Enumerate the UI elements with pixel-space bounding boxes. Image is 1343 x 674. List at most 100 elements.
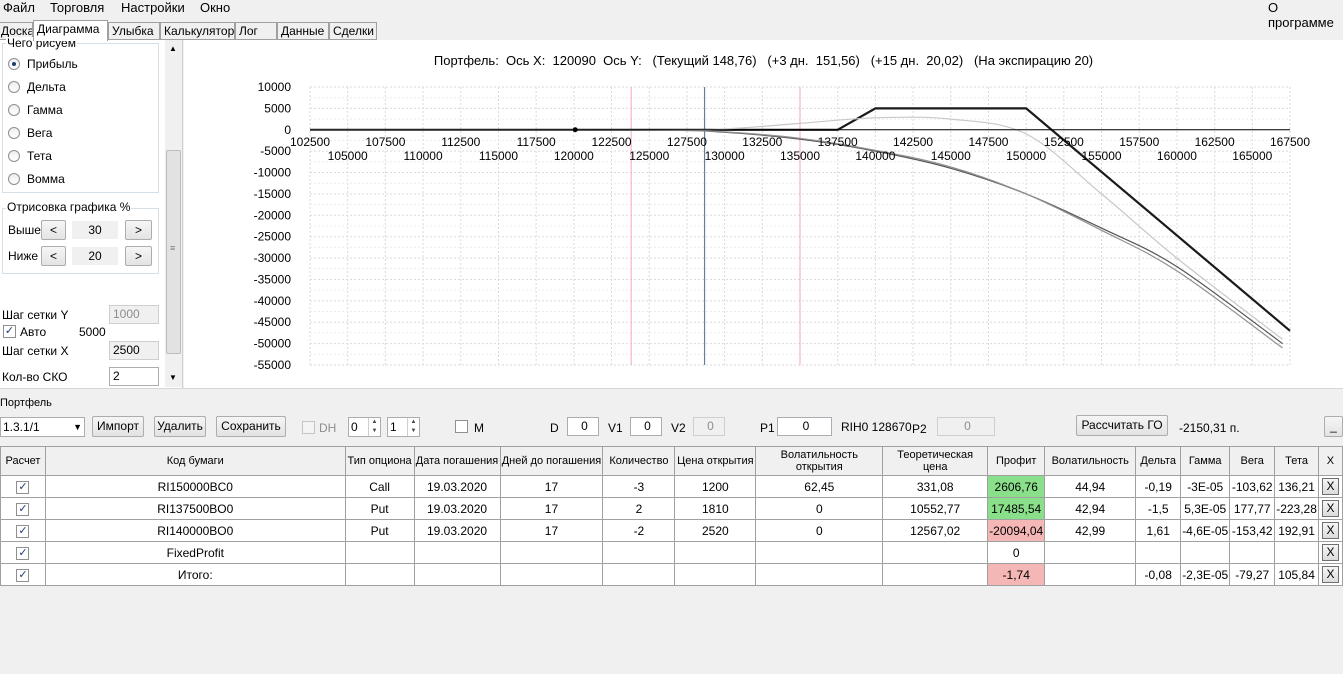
column-header[interactable]: Дельта: [1135, 446, 1182, 476]
grid-y-input[interactable]: 1000: [109, 305, 159, 324]
column-header[interactable]: X: [1317, 446, 1343, 476]
table-row[interactable]: ✓ Итого: -1,74 -0,08 -2,3E-05 -79,27 105,84 X: [0, 563, 1343, 586]
cell-theta[interactable]: 136,21: [1274, 475, 1319, 498]
table-row[interactable]: ✓ RI137500BO0 Put 19.03.2020 17 2 1810 0 10552,7…: [0, 497, 1343, 520]
cell-theo[interactable]: 12567,02: [882, 519, 989, 542]
cell-vol[interactable]: 44,94: [1044, 475, 1137, 498]
cell-profit[interactable]: -20094,04: [987, 519, 1046, 542]
cell-vega[interactable]: -153,42: [1229, 519, 1276, 542]
column-header[interactable]: Расчет: [0, 446, 46, 476]
row-checkbox[interactable]: ✓: [16, 480, 30, 494]
m-checkbox[interactable]: [455, 420, 468, 433]
tab-data[interactable]: Данные: [277, 22, 329, 40]
cell-qty[interactable]: 2: [602, 497, 676, 520]
import-button[interactable]: Импорт: [92, 416, 144, 437]
cell-days[interactable]: 17: [499, 475, 604, 498]
tab-deals[interactable]: Сделки: [329, 22, 377, 40]
cell-open[interactable]: 1810: [674, 497, 757, 520]
cell-qty[interactable]: -3: [602, 475, 676, 498]
cell-theo[interactable]: [882, 563, 989, 586]
column-header[interactable]: Теоретическая цена: [882, 446, 989, 476]
radio-profit[interactable]: Прибыль: [8, 56, 78, 72]
spin-second[interactable]: 1 ▲ ▼: [387, 417, 420, 437]
cell-gamma[interactable]: -4,6E-05: [1180, 519, 1231, 542]
radio-indicator[interactable]: [8, 150, 20, 162]
dropdown-arrow-icon[interactable]: ▼: [73, 418, 82, 436]
cell-delta[interactable]: 1,61: [1135, 519, 1182, 542]
remove-row-button[interactable]: X: [1321, 500, 1339, 517]
menu-window[interactable]: Окно: [200, 0, 230, 15]
cell-days[interactable]: [499, 541, 604, 564]
sko-input[interactable]: 2: [109, 367, 159, 386]
v1-input[interactable]: 0: [630, 417, 662, 436]
row-checkbox[interactable]: ✓: [16, 524, 30, 538]
cell-vol-open[interactable]: [755, 541, 884, 564]
column-header[interactable]: Тета: [1274, 446, 1319, 476]
cell-vol-open[interactable]: [755, 563, 884, 586]
cell-profit[interactable]: -1,74: [987, 563, 1046, 586]
scroll-down-icon[interactable]: ▼: [169, 373, 177, 382]
spin-up-icon[interactable]: ▲: [368, 418, 380, 427]
radio-vomma[interactable]: Вомма: [8, 171, 65, 187]
cell-open[interactable]: [674, 541, 757, 564]
cell-code[interactable]: RI140000BO0: [44, 519, 346, 542]
scroll-up-icon[interactable]: ▲: [169, 44, 177, 53]
cell-delta[interactable]: -0,08: [1135, 563, 1182, 586]
cell-theta[interactable]: 105,84: [1274, 563, 1319, 586]
p2-input[interactable]: 0: [937, 417, 995, 436]
radio-delta[interactable]: Дельта: [8, 79, 66, 95]
calc-go-button[interactable]: Рассчитать ГО: [1076, 415, 1168, 436]
below-value[interactable]: 20: [72, 247, 118, 265]
cell-code[interactable]: RI150000BC0: [44, 475, 346, 498]
save-button[interactable]: Сохранить: [216, 416, 286, 437]
column-header[interactable]: Тип опциона: [344, 446, 415, 476]
remove-row-button[interactable]: X: [1321, 566, 1339, 583]
radio-indicator[interactable]: [8, 173, 20, 185]
cell-qty[interactable]: -2: [602, 519, 676, 542]
cell-vol[interactable]: [1044, 563, 1137, 586]
auto-checkbox[interactable]: ✓: [3, 325, 16, 338]
d-input[interactable]: 0: [567, 417, 599, 436]
dh-checkbox[interactable]: [302, 421, 315, 434]
cell-date[interactable]: [413, 563, 501, 586]
tab-diagram[interactable]: Диаграмма: [33, 20, 108, 41]
p1-input[interactable]: 0: [777, 417, 832, 436]
cell-vega[interactable]: -103,62: [1229, 475, 1276, 498]
cell-theo[interactable]: 10552,77: [882, 497, 989, 520]
cell-vega[interactable]: -79,27: [1229, 563, 1276, 586]
radio-indicator[interactable]: [8, 104, 20, 116]
above-increase-button[interactable]: >: [125, 220, 152, 240]
cell-open[interactable]: [674, 563, 757, 586]
column-header[interactable]: Волатильность открытия: [755, 446, 884, 476]
cell-delta[interactable]: [1135, 541, 1182, 564]
v2-input[interactable]: 0: [693, 417, 725, 436]
delete-button[interactable]: Удалить: [154, 416, 206, 437]
table-row[interactable]: ✓ RI140000BO0 Put 19.03.2020 17 -2 2520 0 12567,…: [0, 519, 1343, 542]
cell-vol[interactable]: [1044, 541, 1137, 564]
cell-gamma[interactable]: 5,3E-05: [1180, 497, 1231, 520]
portfolio-select[interactable]: 1.3.1/1 ▼: [0, 417, 85, 437]
minimize-button[interactable]: _: [1324, 416, 1343, 437]
cell-theta[interactable]: [1274, 541, 1319, 564]
remove-row-button[interactable]: X: [1321, 522, 1339, 539]
radio-indicator[interactable]: [8, 58, 20, 70]
cell-code[interactable]: Итого:: [44, 563, 346, 586]
radio-indicator[interactable]: [8, 127, 20, 139]
cell-gamma[interactable]: -2,3E-05: [1180, 563, 1231, 586]
cell-theo[interactable]: [882, 541, 989, 564]
spin-down-icon[interactable]: ▼: [407, 427, 419, 436]
cell-type[interactable]: Call: [344, 475, 415, 498]
cell-vol[interactable]: 42,99: [1044, 519, 1137, 542]
cell-theo[interactable]: 331,08: [882, 475, 989, 498]
radio-gamma[interactable]: Гамма: [8, 102, 63, 118]
tab-smile[interactable]: Улыбка: [108, 22, 160, 40]
row-checkbox[interactable]: ✓: [16, 546, 30, 560]
menu-file[interactable]: Файл: [3, 0, 35, 15]
left-panel-scrollbar[interactable]: ▲ ≡ ▼: [165, 40, 182, 387]
column-header[interactable]: Профит: [987, 446, 1046, 476]
radio-indicator[interactable]: [8, 81, 20, 93]
cell-vol-open[interactable]: 0: [755, 519, 884, 542]
cell-profit[interactable]: 17485,54: [987, 497, 1046, 520]
cell-days[interactable]: 17: [499, 497, 604, 520]
cell-qty[interactable]: [602, 541, 676, 564]
